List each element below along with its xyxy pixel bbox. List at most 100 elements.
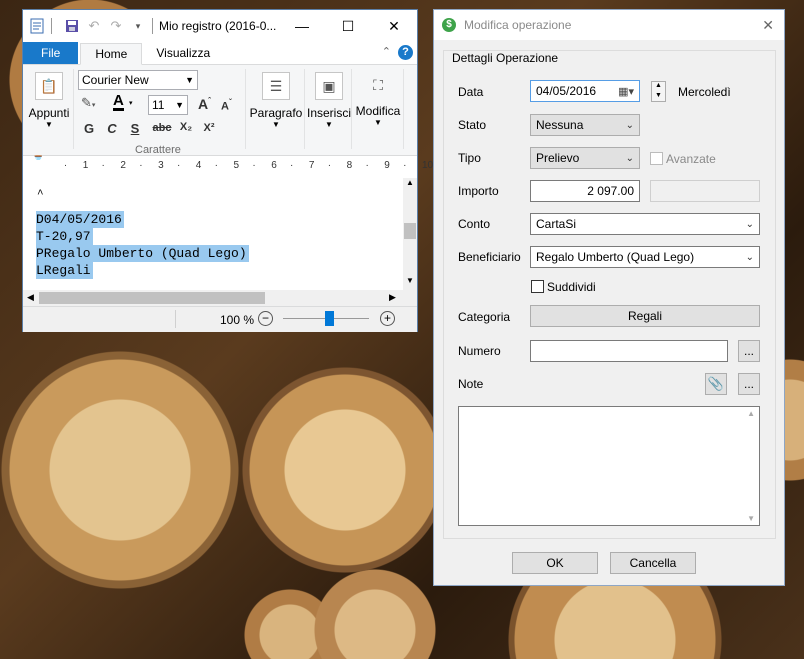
- edit-button[interactable]: ⛶ Modifica ▼: [353, 72, 403, 128]
- paragraph-button[interactable]: ☰ Paragrafo ▼: [249, 72, 303, 129]
- spin-up-icon[interactable]: ▲: [655, 82, 662, 89]
- font-size-select[interactable]: 11 ▼: [148, 95, 188, 115]
- ruler-tick: ·: [403, 160, 407, 171]
- attach-button[interactable]: 📎: [705, 373, 727, 395]
- ruler-tick: ·: [139, 160, 143, 171]
- advanced-label: Avanzate: [666, 152, 716, 166]
- superscript-button[interactable]: X²: [199, 122, 219, 134]
- ribbon-tabs: File Home Visualizza ⌃ ?: [23, 42, 417, 65]
- scroll-thumb[interactable]: [404, 223, 416, 239]
- split-checkbox[interactable]: [531, 280, 544, 293]
- document-line: LRegali: [36, 262, 93, 279]
- edit-group: ⛶ Modifica ▼: [353, 69, 404, 149]
- collapse-ribbon-icon[interactable]: ⌃: [382, 45, 391, 58]
- cancel-button[interactable]: Cancella: [610, 552, 696, 574]
- amount-field[interactable]: 2 097.00: [530, 180, 640, 202]
- weekday-label: Mercoledì: [678, 85, 731, 99]
- type-select[interactable]: Prelievo ⌄: [530, 147, 640, 169]
- wordpad-app-icon[interactable]: [29, 18, 45, 34]
- undo-icon[interactable]: ↶: [86, 18, 102, 34]
- maximize-button[interactable]: ☐: [325, 10, 371, 42]
- payee-select[interactable]: Regalo Umberto (Quad Lego) ⌄: [530, 246, 760, 268]
- zoom-in-icon[interactable]: +: [380, 311, 395, 326]
- strikethrough-button[interactable]: abc: [149, 122, 175, 134]
- date-label: Data: [458, 85, 484, 99]
- font-name-select[interactable]: Courier New ▼: [78, 70, 198, 90]
- italic-button[interactable]: C: [102, 121, 122, 136]
- scroll-thumb[interactable]: [39, 292, 265, 304]
- tab-home[interactable]: Home: [80, 43, 143, 65]
- scroll-corner: [403, 290, 417, 306]
- subscript-button[interactable]: X₂: [176, 121, 196, 133]
- minimize-button[interactable]: —: [279, 10, 325, 42]
- grow-font-icon[interactable]: Aˆ: [198, 96, 211, 112]
- font-size-value: 11: [152, 98, 165, 112]
- close-button[interactable]: ✕: [371, 10, 417, 42]
- spin-down-icon[interactable]: ▼: [655, 92, 662, 99]
- paperclip-icon: 📎: [707, 376, 725, 391]
- ruler-track: 1 · 2 · 3 · 4 · 5 · 6 · 7 · 8 · 9 · 10 ·: [33, 160, 433, 173]
- advanced-checkbox[interactable]: [650, 152, 663, 165]
- scroll-up-icon[interactable]: ▲: [406, 178, 414, 187]
- number-field[interactable]: [530, 340, 728, 362]
- document-area[interactable]: ^ D04/05/2016 T-20,97 PRegalo Umberto (Q…: [23, 178, 403, 290]
- tab-view[interactable]: Visualizza: [142, 42, 224, 64]
- edit-transaction-dialog: $ Modifica operazione ✕ Dettagli Operazi…: [433, 9, 785, 586]
- save-icon[interactable]: [64, 18, 80, 34]
- calendar-icon[interactable]: ▦▾: [618, 85, 634, 98]
- notes-more-button[interactable]: ...: [738, 373, 760, 395]
- zoom-slider[interactable]: [283, 311, 369, 326]
- chevron-down-icon[interactable]: ▾: [129, 99, 133, 107]
- category-button[interactable]: Regali: [530, 305, 760, 327]
- document-line: D04/05/2016: [36, 211, 124, 228]
- number-more-button[interactable]: ...: [738, 340, 760, 362]
- redo-icon[interactable]: ↷: [108, 18, 124, 34]
- status-select[interactable]: Nessuna ⌄: [530, 114, 640, 136]
- vertical-scrollbar[interactable]: ▲ ▼: [403, 178, 417, 290]
- ruler-number: 4: [195, 160, 202, 171]
- payee-value: Regalo Umberto (Quad Lego): [536, 250, 695, 264]
- ruler-tick: ·: [63, 160, 68, 171]
- document-line: T-20,97: [36, 228, 93, 245]
- ruler[interactable]: ⌛ 1·2·3·4·5·6·7·8·9·10·: [23, 156, 433, 179]
- scroll-left-icon[interactable]: ◀: [27, 292, 34, 303]
- customize-toolbar-icon[interactable]: ▾: [130, 18, 146, 34]
- insert-button[interactable]: ▣ Inserisci ▼: [306, 72, 352, 129]
- chevron-down-icon: ▼: [185, 75, 194, 85]
- ruler-tick: ·: [101, 160, 105, 171]
- horizontal-scrollbar[interactable]: ◀ ▶: [23, 290, 403, 306]
- account-select[interactable]: CartaSi ⌄: [530, 213, 760, 235]
- underline-button[interactable]: S: [125, 121, 145, 136]
- date-field[interactable]: 04/05/2016 ▦▾: [530, 80, 640, 102]
- ruler-tick: ·: [327, 160, 332, 171]
- chevron-down-icon: ▼: [272, 120, 280, 129]
- zoom-out-icon[interactable]: −: [258, 311, 273, 326]
- dialog-close-icon[interactable]: ✕: [762, 17, 774, 34]
- zoom-slider-thumb[interactable]: [325, 311, 335, 326]
- notes-textarea[interactable]: ▲ ▼: [458, 406, 760, 526]
- scroll-down-icon[interactable]: ▼: [406, 276, 414, 285]
- scroll-up-icon[interactable]: ▲: [747, 409, 755, 418]
- scroll-down-icon[interactable]: ▼: [747, 514, 755, 523]
- font-group-label: Carattere: [135, 144, 181, 156]
- bold-button[interactable]: G: [79, 121, 99, 136]
- chevron-down-icon: ▼: [175, 100, 184, 110]
- tab-file[interactable]: File: [23, 42, 79, 64]
- help-icon[interactable]: ?: [398, 45, 413, 60]
- date-spinner[interactable]: ▲ ▼: [651, 81, 666, 102]
- scroll-right-icon[interactable]: ▶: [389, 292, 396, 303]
- text-color-icon[interactable]: A: [113, 93, 124, 111]
- account-value: CartaSi: [536, 217, 577, 231]
- shrink-font-icon[interactable]: Aˇ: [221, 98, 232, 113]
- ok-button[interactable]: OK: [512, 552, 598, 574]
- clipboard-icon: 📋: [35, 72, 63, 100]
- ribbon: 📋 Appunti ▼ Courier New ▼ ✎▾ A ▾ 11 ▼ Aˆ…: [23, 65, 417, 156]
- binoculars-icon: ⛶: [373, 76, 383, 93]
- paragraph-icon: ☰: [262, 72, 290, 100]
- font-name-value: Courier New: [82, 73, 149, 87]
- ruler-number: 7: [308, 160, 315, 171]
- clipboard-group: 📋 Appunti ▼: [23, 69, 74, 149]
- clipboard-button[interactable]: 📋 Appunti ▼: [29, 72, 69, 129]
- highlight-color-icon[interactable]: ✎▾: [81, 95, 95, 111]
- paragraph-label: Paragrafo: [249, 106, 303, 120]
